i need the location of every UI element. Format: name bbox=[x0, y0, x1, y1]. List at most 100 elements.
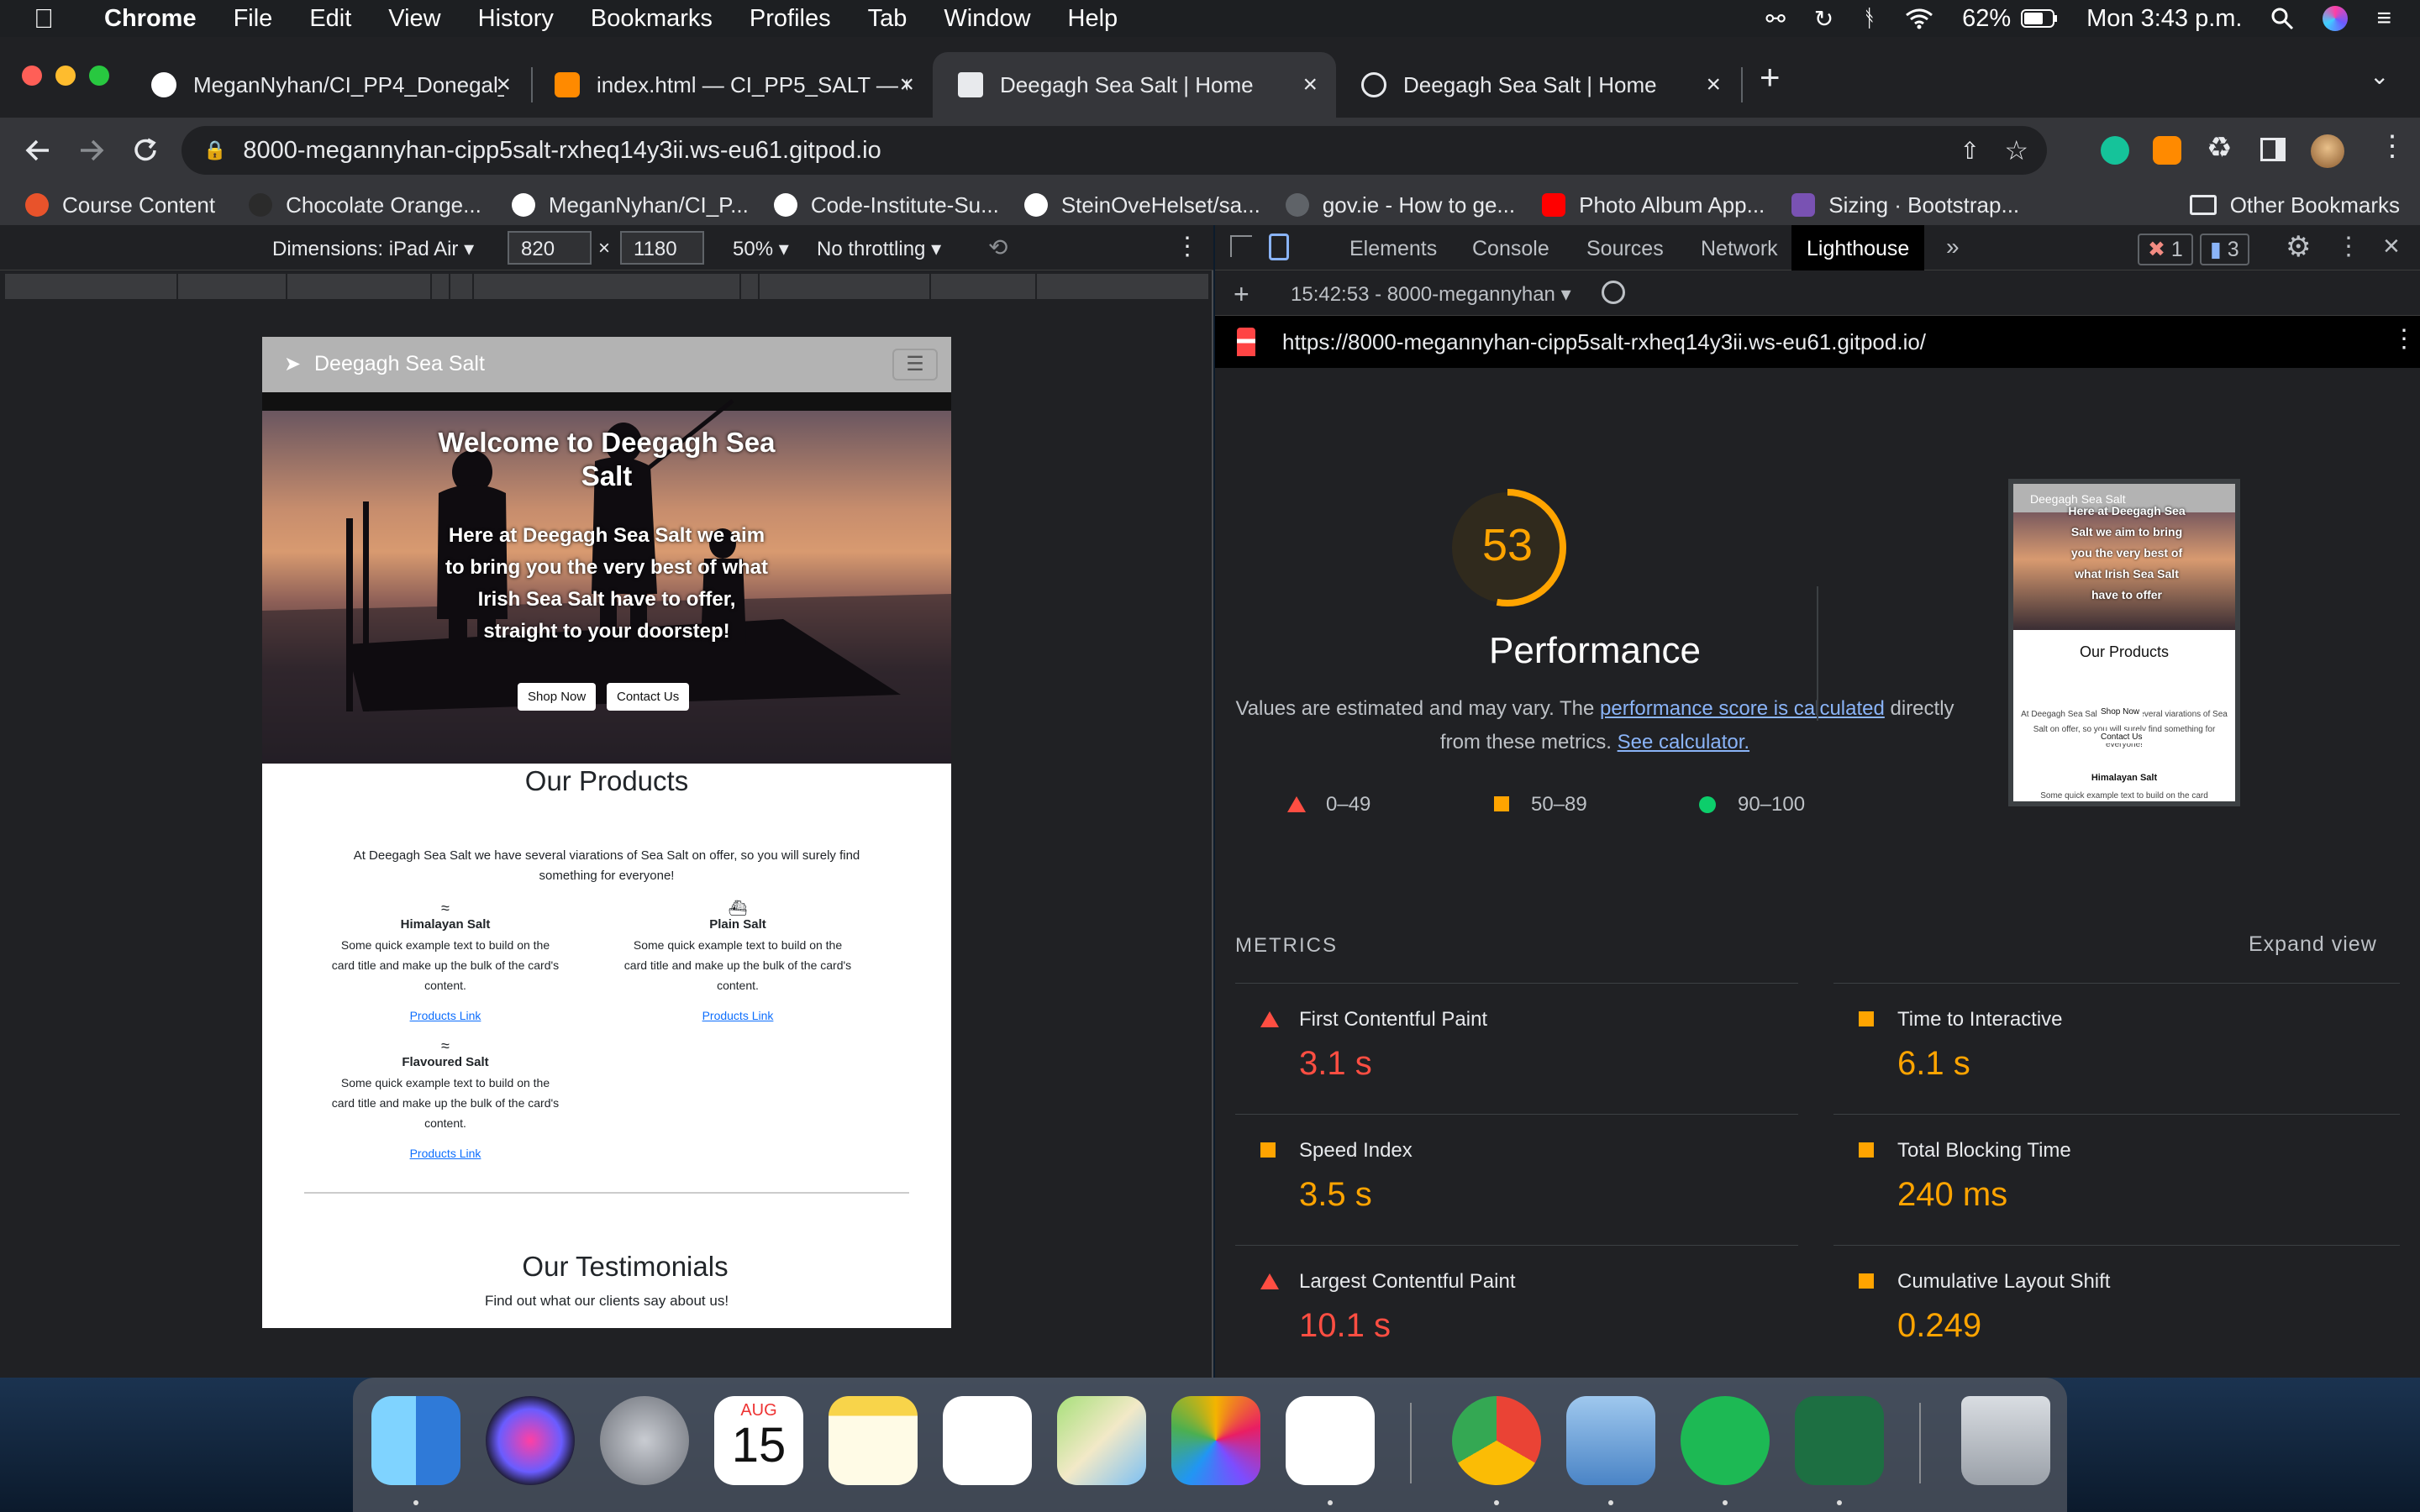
bookmark-gov-ie[interactable]: gov.ie - How to ge... bbox=[1285, 192, 1515, 218]
close-tab-icon[interactable]: × bbox=[899, 71, 914, 99]
devtools-menu-icon[interactable]: ⋮ bbox=[2336, 232, 2361, 261]
back-arrow-icon[interactable] bbox=[24, 136, 52, 165]
close-tab-icon[interactable]: × bbox=[1706, 71, 1721, 99]
tab-deegagh-active[interactable]: Deegagh Sea Salt | Home × bbox=[933, 52, 1336, 118]
metric-largest-contentful-paint[interactable]: Largest Contentful Paint 10.1 s bbox=[1235, 1263, 1798, 1373]
zoom-window-button[interactable] bbox=[89, 66, 109, 86]
performance-score-link[interactable]: performance score is calculated bbox=[1600, 697, 1885, 720]
bookmark-course-content[interactable]: Course Content bbox=[25, 192, 215, 218]
menu-view[interactable]: View bbox=[388, 5, 440, 33]
menu-history[interactable]: History bbox=[478, 5, 554, 33]
metric-first-contentful-paint[interactable]: First Contentful Paint 3.1 s bbox=[1235, 1001, 1798, 1110]
grammarly-icon[interactable] bbox=[2101, 136, 2129, 165]
report-select[interactable]: 15:42:53 - 8000-megannyhan ▾ bbox=[1291, 282, 1571, 307]
menu-profiles[interactable]: Profiles bbox=[750, 5, 831, 33]
calendar-icon[interactable]: AUG 15 bbox=[714, 1396, 803, 1485]
other-bookmarks[interactable]: Other Bookmarks bbox=[2189, 192, 2400, 218]
bookmark-steinovehelset[interactable]: SteinOveHelset/sa... bbox=[1023, 192, 1260, 218]
inspect-element-icon[interactable] bbox=[1230, 235, 1252, 257]
gitpod-extension-icon[interactable] bbox=[2153, 136, 2181, 165]
notes-icon[interactable] bbox=[829, 1396, 918, 1485]
menu-chrome[interactable]: Chrome bbox=[104, 5, 197, 33]
tab-elements[interactable]: Elements bbox=[1349, 237, 1437, 261]
metric-speed-index[interactable]: Speed Index 3.5 s bbox=[1235, 1132, 1798, 1242]
spotify-icon[interactable] bbox=[1681, 1396, 1770, 1485]
shop-now-button[interactable]: Shop Now bbox=[518, 683, 597, 711]
spotlight-search-icon[interactable] bbox=[2270, 7, 2294, 30]
apple-icon[interactable]:  bbox=[34, 3, 54, 34]
products-link[interactable]: Products Link bbox=[329, 1147, 561, 1160]
tab-network[interactable]: Network bbox=[1701, 237, 1778, 261]
maps-icon[interactable] bbox=[1057, 1396, 1146, 1485]
bookmark-code-institute[interactable]: Code-Institute-Su... bbox=[773, 192, 999, 218]
bookmark-photo-album[interactable]: Photo Album App... bbox=[1542, 192, 1765, 218]
mail-icon[interactable] bbox=[1566, 1396, 1655, 1485]
slack-icon[interactable] bbox=[1286, 1396, 1375, 1485]
finder-icon[interactable] bbox=[371, 1396, 460, 1485]
contact-us-button[interactable]: Contact Us bbox=[607, 683, 690, 711]
excel-icon[interactable] bbox=[1795, 1396, 1884, 1485]
close-tab-icon[interactable]: × bbox=[1302, 71, 1318, 99]
device-menu-icon[interactable]: ⋮ bbox=[1175, 232, 1200, 261]
new-report-icon[interactable]: + bbox=[1234, 279, 1249, 310]
close-window-button[interactable] bbox=[22, 66, 42, 86]
clock[interactable]: Mon 3:43 p.m. bbox=[2086, 5, 2242, 33]
creative-cloud-icon[interactable]: ⚯ bbox=[1765, 5, 1785, 33]
metric-total-blocking-time[interactable]: Total Blocking Time 240 ms bbox=[1833, 1132, 2400, 1242]
settings-gear-icon[interactable]: ⚙ bbox=[2286, 230, 2311, 264]
menu-tab[interactable]: Tab bbox=[868, 5, 908, 33]
reload-icon[interactable] bbox=[131, 136, 160, 165]
control-center-icon[interactable]: ≡ bbox=[2376, 4, 2391, 33]
tab-github[interactable]: MeganNyhan/CI_PP4_Donegal_ × bbox=[126, 52, 529, 118]
tab-console[interactable]: Console bbox=[1472, 237, 1549, 261]
close-devtools-icon[interactable]: × bbox=[2383, 230, 2400, 263]
chrome-icon[interactable] bbox=[1452, 1396, 1541, 1485]
clear-reports-icon[interactable] bbox=[1602, 281, 1625, 304]
navbar-toggler-button[interactable]: ☰ bbox=[892, 349, 938, 381]
lock-icon[interactable]: 🔒 bbox=[203, 139, 226, 161]
tab-deegagh[interactable]: Deegagh Sea Salt | Home × bbox=[1336, 52, 1739, 118]
trash-icon[interactable] bbox=[1961, 1396, 2050, 1485]
products-link[interactable]: Products Link bbox=[329, 1009, 561, 1022]
menu-window[interactable]: Window bbox=[944, 5, 1030, 33]
menu-bookmarks[interactable]: Bookmarks bbox=[591, 5, 713, 33]
bookmark-megannyhan[interactable]: MeganNyhan/CI_P... bbox=[511, 192, 749, 218]
media-query-ruler[interactable] bbox=[5, 274, 1208, 299]
reminders-icon[interactable] bbox=[943, 1396, 1032, 1485]
share-icon[interactable]: ⇧ bbox=[1960, 137, 1980, 165]
bookmark-star-icon[interactable]: ☆ bbox=[2004, 134, 2028, 166]
menu-file[interactable]: File bbox=[234, 5, 273, 33]
minimize-window-button[interactable] bbox=[55, 66, 76, 86]
bookmark-chocolate-orange[interactable]: Chocolate Orange... bbox=[249, 192, 481, 218]
tab-search-chevron-icon[interactable]: ⌄ bbox=[2370, 62, 2389, 90]
menu-edit[interactable]: Edit bbox=[309, 5, 351, 33]
profile-avatar[interactable] bbox=[2311, 134, 2344, 168]
tab-lighthouse[interactable]: Lighthouse bbox=[1791, 225, 1925, 270]
url-text[interactable]: 8000-megannyhan-cipp5salt-rxheq14y3ii.ws… bbox=[243, 137, 881, 165]
see-calculator-link[interactable]: See calculator. bbox=[1618, 731, 1749, 753]
siri-icon[interactable] bbox=[486, 1396, 575, 1485]
launchpad-icon[interactable] bbox=[600, 1396, 689, 1485]
close-tab-icon[interactable]: × bbox=[496, 71, 511, 99]
height-input[interactable]: 1180 bbox=[620, 231, 704, 265]
zoom-select[interactable]: 50% ▾ bbox=[733, 237, 789, 261]
report-url[interactable]: https://8000-megannyhan-cipp5salt-rxheq1… bbox=[1282, 329, 1926, 355]
menu-help[interactable]: Help bbox=[1068, 5, 1118, 33]
side-panel-icon[interactable] bbox=[2260, 138, 2286, 161]
metric-cumulative-layout-shift[interactable]: Cumulative Layout Shift 0.249 bbox=[1833, 1263, 2400, 1373]
photos-icon[interactable] bbox=[1171, 1396, 1260, 1485]
time-machine-icon[interactable]: ↻ bbox=[1814, 5, 1833, 33]
error-count-badge[interactable]: ✖ 1 bbox=[2138, 234, 2193, 265]
extensions-puzzle-icon[interactable]: ♻ bbox=[2207, 131, 2232, 165]
new-tab-button[interactable]: + bbox=[1760, 57, 1781, 97]
forward-arrow-icon[interactable] bbox=[77, 136, 106, 165]
final-screenshot-thumbnail[interactable]: Deegagh Sea Salt Here at Deegagh Sea Sal… bbox=[2008, 479, 2240, 806]
bookmark-sizing-bootstrap[interactable]: Sizing · Bootstrap... bbox=[1791, 192, 2019, 218]
width-input[interactable]: 820 bbox=[508, 231, 592, 265]
site-brand[interactable]: Deegagh Sea Salt bbox=[314, 352, 485, 376]
message-count-badge[interactable]: ▮ 3 bbox=[2200, 234, 2249, 265]
metric-time-to-interactive[interactable]: Time to Interactive 6.1 s bbox=[1833, 1001, 2400, 1110]
expand-view-button[interactable]: Expand view bbox=[2249, 932, 2377, 957]
tab-gitpod[interactable]: index.html — CI_PP5_SALT — G × bbox=[529, 52, 933, 118]
dimensions-select[interactable]: Dimensions: iPad Air ▾ bbox=[272, 237, 474, 261]
